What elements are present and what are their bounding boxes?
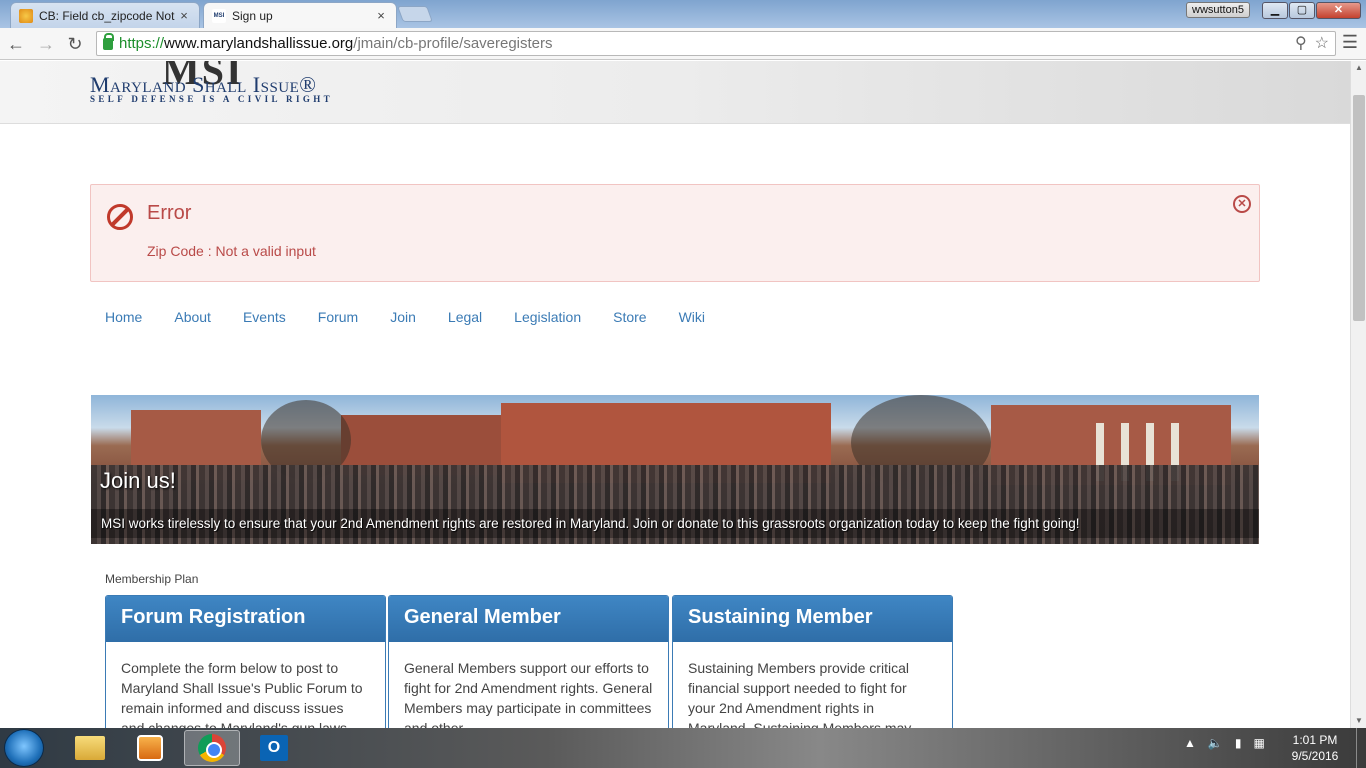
key-icon[interactable]: ⚲	[1295, 33, 1307, 53]
nav-legal[interactable]: Legal	[433, 307, 497, 327]
msi-favicon-icon: MSI	[212, 8, 226, 23]
membership-plan-label: Membership Plan	[105, 572, 199, 586]
minimize-button[interactable]: ▁	[1262, 2, 1288, 19]
plan-description: Sustaining Members provide critical fina…	[688, 660, 912, 728]
hamburger-menu-icon[interactable]: ☰	[1342, 32, 1358, 53]
alert-message: Zip Code : Not a valid input	[147, 243, 316, 259]
tab-cb-field[interactable]: CB: Field cb_zipcode Not ×	[10, 2, 200, 28]
tray-expand-icon[interactable]: ▲	[1184, 736, 1196, 750]
plan-title: Sustaining Member	[673, 596, 952, 642]
maximize-button[interactable]: ▢	[1289, 2, 1315, 19]
taskbar-explorer[interactable]	[62, 730, 118, 766]
system-clock[interactable]: 1:01 PM 9/5/2016	[1280, 732, 1350, 764]
site-header: MSI Maryland Shall Issue® SELF DEFENSE I…	[0, 61, 1350, 124]
folder-icon	[75, 736, 105, 760]
plan-card-forum-registration[interactable]: Forum Registration Complete the form bel…	[105, 595, 386, 728]
tab-strip: CB: Field cb_zipcode Not × MSI Sign up ×…	[0, 0, 1366, 28]
nav-forum[interactable]: Forum	[303, 307, 373, 327]
new-tab-button[interactable]	[397, 6, 433, 22]
joomla-favicon-icon	[19, 8, 33, 23]
start-button[interactable]	[4, 729, 44, 767]
plan-card-sustaining-member[interactable]: Sustaining Member Sustaining Members pro…	[672, 595, 953, 728]
taskbar-outlook[interactable]: O	[246, 730, 302, 766]
alert-title: Error	[147, 202, 192, 224]
outlook-icon: O	[260, 735, 288, 761]
nav-wiki[interactable]: Wiki	[664, 307, 720, 327]
close-icon[interactable]: ✕	[1233, 195, 1251, 213]
nav-join[interactable]: Join	[375, 307, 431, 327]
scrollbar-thumb[interactable]	[1353, 95, 1365, 321]
forward-arrow-icon[interactable]: →	[34, 32, 58, 56]
lock-icon	[103, 32, 114, 50]
clock-date: 9/5/2016	[1291, 749, 1339, 763]
url-protocol: https://	[119, 35, 165, 52]
tab-title: Sign up	[232, 8, 273, 23]
reload-icon[interactable]: ↻	[63, 32, 87, 56]
plan-title: General Member	[389, 596, 668, 642]
page-viewport: MSI Maryland Shall Issue® SELF DEFENSE I…	[0, 61, 1350, 728]
plan-title: Forum Registration	[106, 596, 385, 642]
back-arrow-icon[interactable]: ←	[4, 32, 28, 56]
scroll-up-arrow-icon[interactable]: ▲	[1351, 61, 1366, 75]
tab-title: CB: Field cb_zipcode Not	[39, 8, 175, 23]
windows-taskbar: O ▲ 🔈 ▮ ▦ 1:01 PM 9/5/2016	[0, 728, 1366, 768]
join-banner: Join us! MSI works tirelessly to ensure …	[91, 395, 1259, 544]
tab-close-icon[interactable]: ×	[374, 8, 388, 23]
signal-icon[interactable]: ▦	[1253, 736, 1264, 750]
close-window-button[interactable]: ✕	[1316, 2, 1361, 19]
tab-close-icon[interactable]: ×	[177, 8, 191, 23]
star-icon[interactable]: ☆	[1315, 33, 1329, 53]
plan-description: General Members support our efforts to f…	[404, 660, 653, 728]
chrome-icon	[198, 734, 226, 762]
taskbar-chrome[interactable]	[184, 730, 240, 766]
media-player-icon	[137, 735, 163, 761]
tab-sign-up[interactable]: MSI Sign up ×	[203, 2, 397, 28]
nav-store[interactable]: Store	[598, 307, 661, 327]
url-host: www.marylandshallissue.org	[164, 35, 354, 52]
prohibited-icon	[107, 204, 133, 230]
taskbar-media-player[interactable]	[122, 730, 178, 766]
show-desktop-button[interactable]	[1356, 728, 1366, 768]
browser-toolbar: ← → ↻ https:// www.marylandshallissue.or…	[0, 28, 1366, 60]
clock-time: 1:01 PM	[1292, 733, 1338, 747]
nav-home[interactable]: Home	[90, 307, 157, 327]
page-scrollbar[interactable]: ▲ ▼	[1350, 61, 1366, 728]
error-alert: Error Zip Code : Not a valid input ✕	[90, 184, 1260, 282]
url-path: /jmain/cb-profile/saveregisters	[353, 35, 553, 52]
banner-text: MSI works tirelessly to ensure that your…	[91, 509, 1259, 538]
address-bar[interactable]: https:// www.marylandshallissue.org /jma…	[96, 31, 1336, 56]
main-navigation: Home About Events Forum Join Legal Legis…	[90, 307, 722, 327]
volume-icon[interactable]: 🔈	[1208, 736, 1223, 750]
scroll-down-arrow-icon[interactable]: ▼	[1351, 714, 1366, 728]
system-tray: ▲ 🔈 ▮ ▦	[1184, 736, 1265, 750]
plan-card-general-member[interactable]: General Member General Members support o…	[388, 595, 669, 728]
network-icon[interactable]: ▮	[1235, 736, 1242, 750]
plan-description: Complete the form below to post to Maryl…	[121, 660, 363, 728]
nav-about[interactable]: About	[159, 307, 226, 327]
logo-tagline: SELF DEFENSE IS A CIVIL RIGHT	[90, 94, 334, 104]
banner-title: Join us!	[100, 468, 176, 493]
profile-user-button[interactable]: wwsutton5	[1186, 2, 1250, 18]
nav-events[interactable]: Events	[228, 307, 301, 327]
nav-legislation[interactable]: Legislation	[499, 307, 596, 327]
